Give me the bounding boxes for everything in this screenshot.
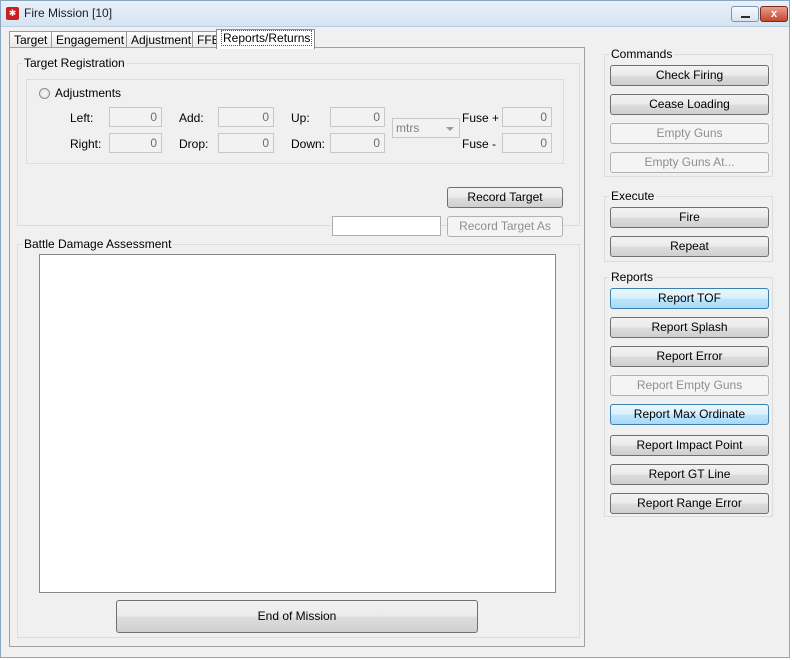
bda-title: Battle Damage Assessment (22, 237, 174, 251)
fire-button[interactable]: Fire (610, 207, 769, 228)
report-splash-button[interactable]: Report Splash (610, 317, 769, 338)
tab-target[interactable]: Target (9, 31, 52, 48)
tab-reports-returns-label: Reports/Returns (221, 30, 313, 46)
fire-mission-window: ✱ Fire Mission [10] x Target Engagement … (0, 0, 790, 658)
tab-engagement[interactable]: Engagement (51, 31, 127, 48)
chevron-down-icon (446, 127, 454, 131)
up-field[interactable]: 0 (330, 107, 385, 127)
add-field[interactable]: 0 (218, 107, 274, 127)
app-icon: ✱ (6, 7, 19, 20)
add-label: Add: (179, 111, 204, 125)
close-button[interactable]: x (760, 6, 788, 22)
execute-group: Execute Fire Repeat (604, 189, 773, 262)
report-max-ordinate-button[interactable]: Report Max Ordinate (610, 404, 769, 425)
cease-loading-button[interactable]: Cease Loading (610, 94, 769, 115)
down-label: Down: (291, 137, 326, 151)
down-field[interactable]: 0 (330, 133, 385, 153)
commands-title: Commands (609, 47, 675, 61)
empty-guns-button[interactable]: Empty Guns (610, 123, 769, 144)
report-impact-point-button[interactable]: Report Impact Point (610, 435, 769, 456)
report-tof-button[interactable]: Report TOF (610, 288, 769, 309)
window-title: Fire Mission [10] (24, 6, 113, 20)
bda-text-area[interactable] (39, 254, 556, 593)
adjustments-radio[interactable] (39, 88, 50, 99)
tab-target-label: Target (14, 33, 48, 47)
tab-engagement-label: Engagement (56, 33, 125, 47)
repeat-button[interactable]: Repeat (610, 236, 769, 257)
adjustments-group: Adjustments Left: 0 Add: 0 Up: 0 mtrs Fu… (26, 79, 564, 164)
drop-field[interactable]: 0 (218, 133, 274, 153)
units-select[interactable]: mtrs (392, 118, 460, 138)
fuse-minus-label: Fuse - (462, 137, 497, 151)
right-field[interactable]: 0 (109, 133, 162, 153)
units-select-value: mtrs (396, 121, 420, 135)
end-of-mission-button[interactable]: End of Mission (116, 600, 478, 633)
target-registration-title: Target Registration (22, 56, 127, 70)
fuse-plus-field[interactable]: 0 (502, 107, 552, 127)
drop-label: Drop: (179, 137, 209, 151)
record-target-name-input[interactable] (332, 216, 441, 236)
tab-reports-returns[interactable]: Reports/Returns (216, 29, 315, 49)
tab-ffe[interactable]: FFE (192, 31, 220, 48)
fuse-plus-label: Fuse + (462, 111, 500, 125)
record-target-button[interactable]: Record Target (447, 187, 563, 208)
target-registration-group: Target Registration Adjustments Left: 0 … (17, 56, 580, 237)
title-bar[interactable]: ✱ Fire Mission [10] x (1, 1, 789, 27)
left-label: Left: (70, 111, 94, 125)
fuse-minus-field[interactable]: 0 (502, 133, 552, 153)
report-range-error-button[interactable]: Report Range Error (610, 493, 769, 514)
record-target-as-button[interactable]: Record Target As (447, 216, 563, 237)
report-gt-line-button[interactable]: Report GT Line (610, 464, 769, 485)
tab-adjustment[interactable]: Adjustment (126, 31, 193, 48)
empty-guns-at-button[interactable]: Empty Guns At... (610, 152, 769, 173)
reports-returns-panel: Target Registration Adjustments Left: 0 … (9, 47, 585, 647)
reports-group: Reports Report TOF Report Splash Report … (604, 270, 773, 517)
commands-group: Commands Check Firing Cease Loading Empt… (604, 47, 773, 177)
tab-adjustment-label: Adjustment (131, 33, 192, 47)
battle-damage-assessment-group: Battle Damage Assessment End of Mission (17, 237, 580, 638)
check-firing-button[interactable]: Check Firing (610, 65, 769, 86)
minimize-button[interactable] (731, 6, 759, 22)
left-field[interactable]: 0 (109, 107, 162, 127)
up-label: Up: (291, 111, 310, 125)
right-label: Right: (70, 137, 102, 151)
execute-title: Execute (609, 189, 657, 203)
adjustments-label: Adjustments (55, 86, 122, 100)
reports-title: Reports (609, 270, 656, 284)
report-empty-guns-button[interactable]: Report Empty Guns (610, 375, 769, 396)
report-error-button[interactable]: Report Error (610, 346, 769, 367)
